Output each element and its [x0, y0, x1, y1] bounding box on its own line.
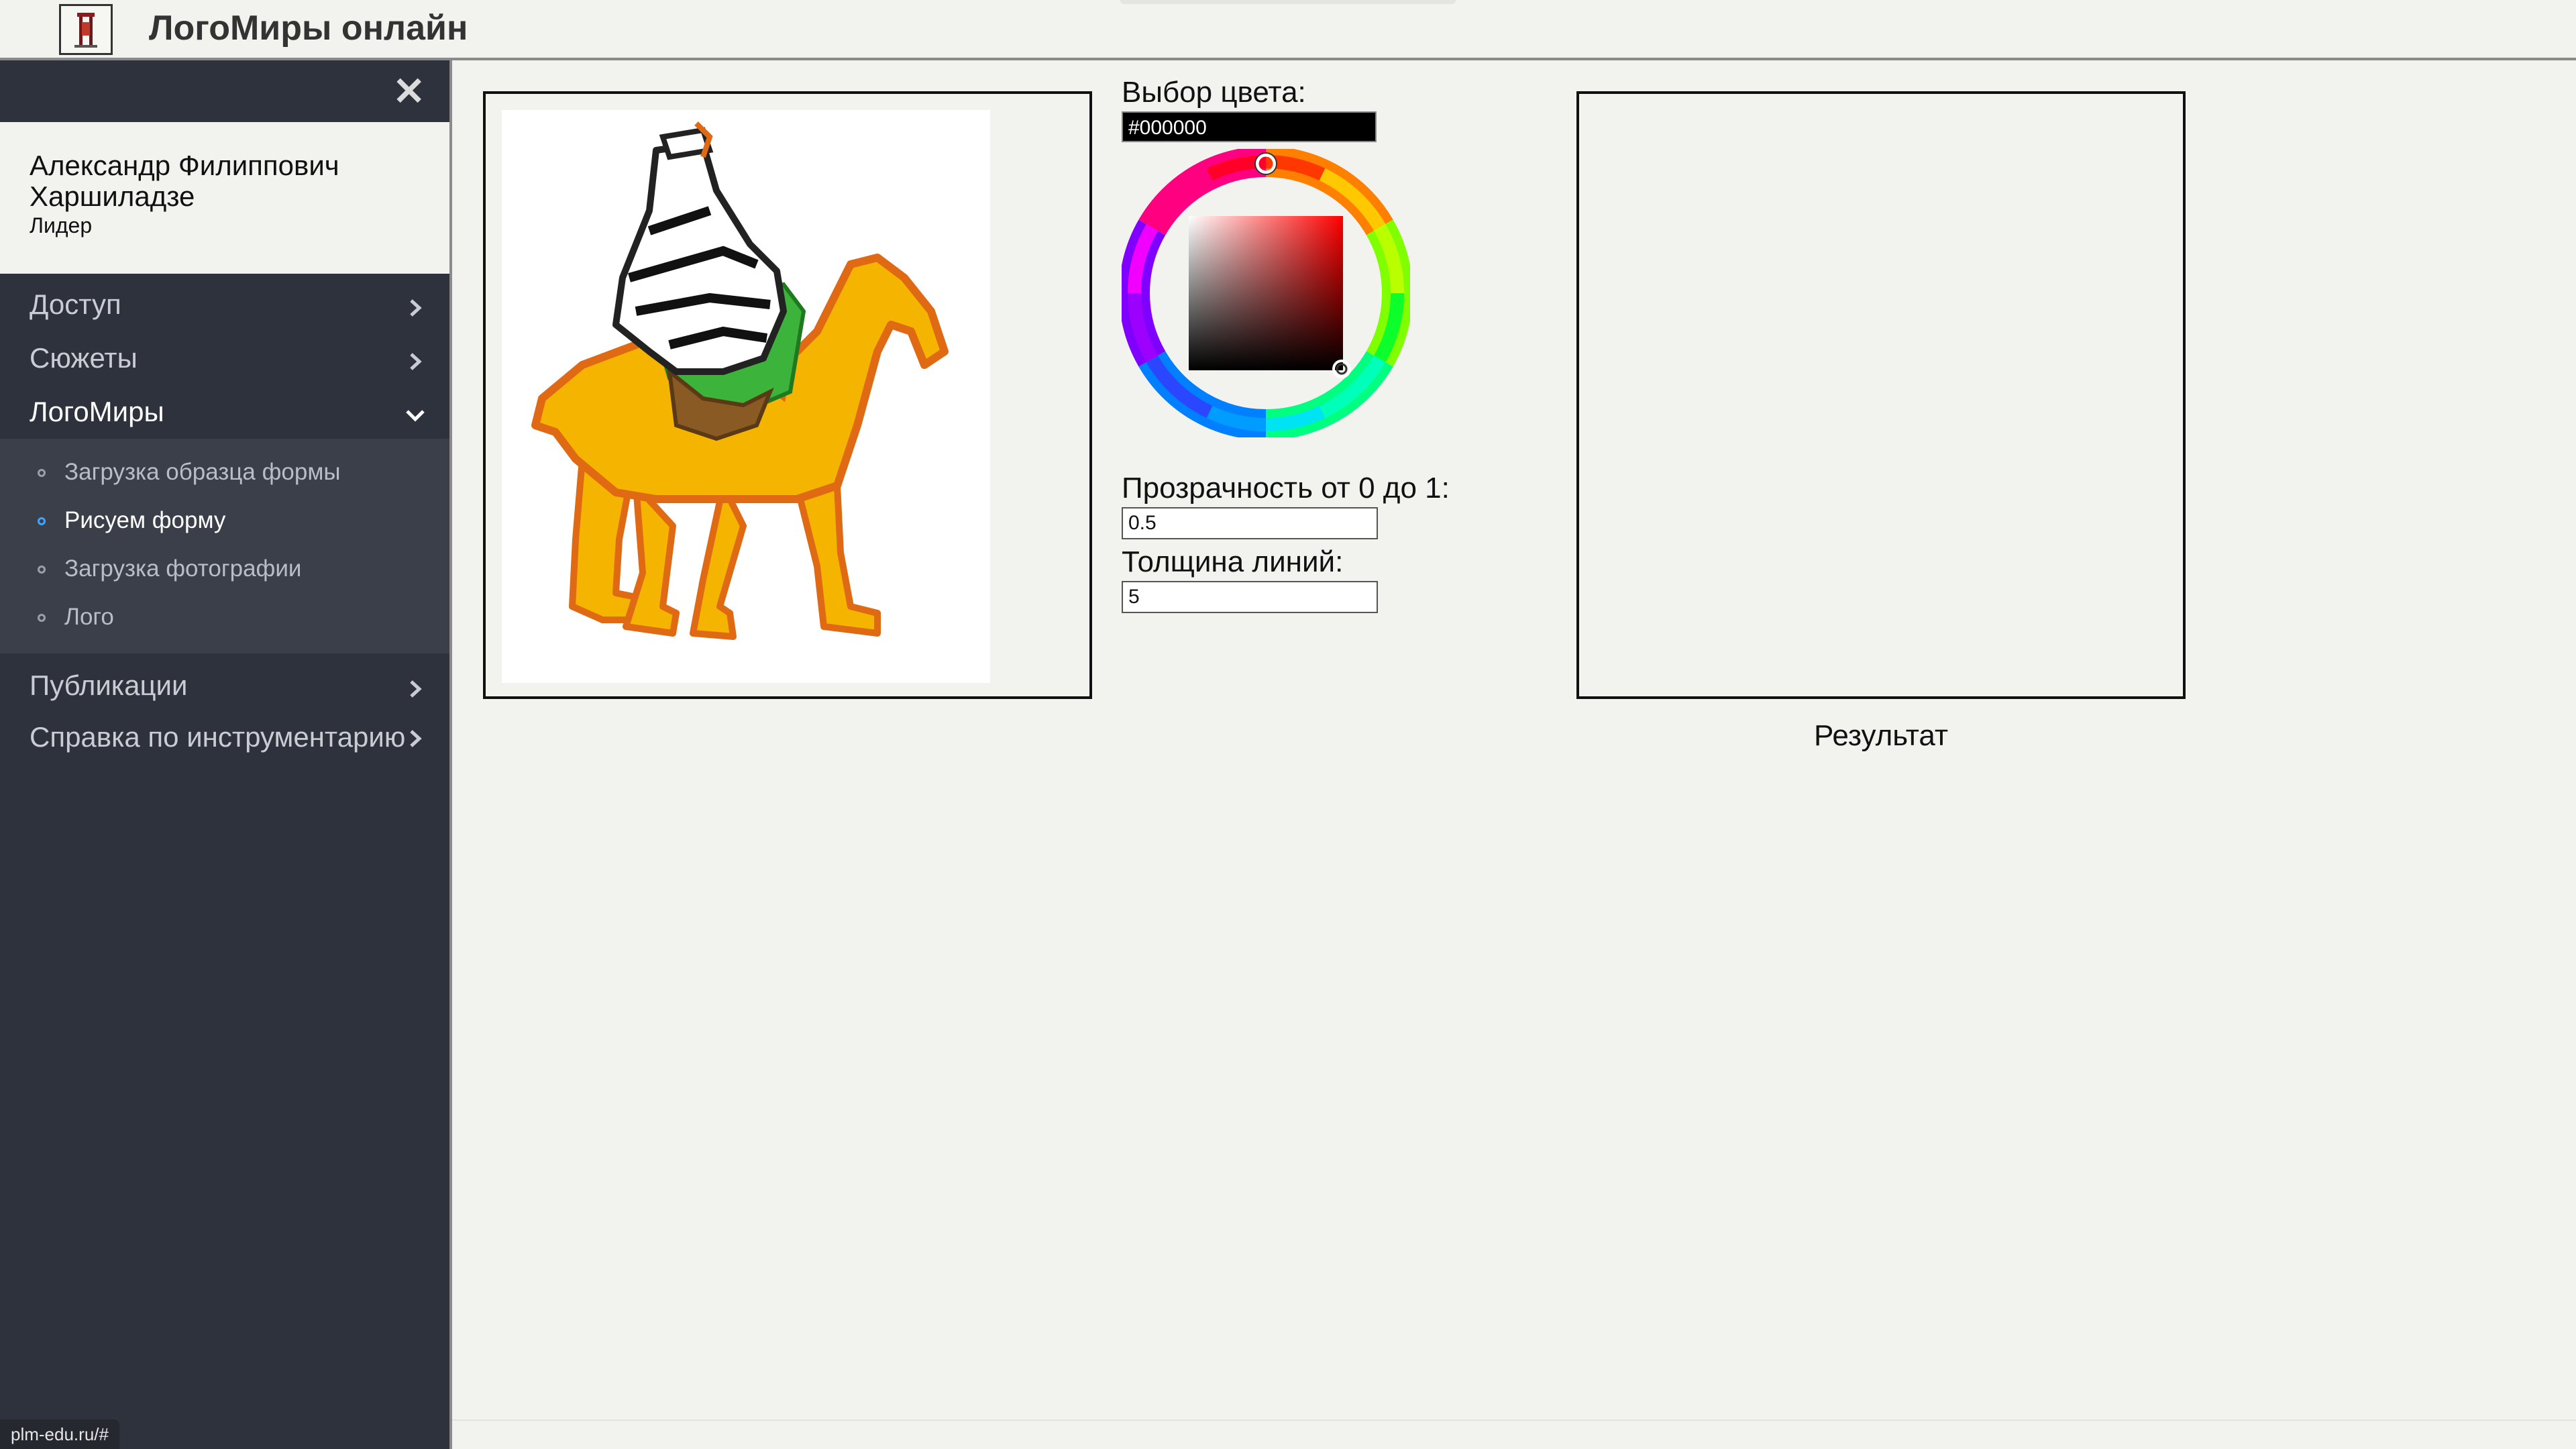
source-image-frame — [483, 91, 1092, 699]
chevron-right-icon — [410, 353, 422, 370]
drawing-controls: Выбор цвета: #000000 Прозрачность от 0 д… — [1119, 74, 1591, 613]
sidebar-item-publications[interactable]: Публикации — [0, 659, 449, 712]
sidebar-close-row: ✕ — [0, 60, 449, 122]
sidebar-item-label: Сюжеты — [30, 342, 138, 374]
app-title: ЛогоМиры онлайн — [149, 9, 468, 48]
user-role: Лидер — [30, 213, 93, 237]
submenu-item-label: Лого — [64, 604, 114, 630]
sidebar-item-logomiry[interactable]: ЛогоМиры — [0, 385, 449, 439]
sidebar-item-help[interactable]: Справка по инструментарию — [0, 712, 449, 800]
sidebar-item-label: Публикации — [30, 669, 188, 701]
submenu-item-logo[interactable]: Лого — [0, 593, 449, 641]
user-card: Александр Филиппович Харшиладзе Лидер — [0, 122, 449, 274]
camel-rider-image — [531, 121, 949, 640]
color-label: Выбор цвета: — [1122, 76, 1306, 109]
color-hex-input[interactable]: #000000 — [1122, 111, 1377, 142]
submenu-item-draw-form[interactable]: Рисуем форму — [0, 496, 449, 545]
sidebar-item-plots[interactable]: Сюжеты — [0, 331, 449, 385]
top-header: ЛогоМиры онлайн — [0, 0, 2576, 60]
submenu-item-upload-form[interactable]: Загрузка образца формы — [0, 448, 449, 496]
chevron-right-icon — [410, 730, 422, 747]
close-icon[interactable]: ✕ — [392, 72, 425, 111]
bullet-icon — [38, 469, 46, 477]
bullet-icon — [38, 517, 46, 525]
opacity-input[interactable] — [1122, 507, 1378, 539]
chevron-down-icon — [406, 410, 425, 422]
sidebar-item-label: ЛогоМиры — [30, 396, 164, 427]
submenu-item-upload-photo[interactable]: Загрузка фотографии — [0, 545, 449, 593]
sidebar: ✕ Александр Филиппович Харшиладзе Лидер … — [0, 60, 452, 1449]
chevron-right-icon — [410, 299, 422, 317]
status-url: plm-edu.ru/# — [0, 1419, 119, 1449]
logo-icon[interactable] — [59, 4, 113, 55]
top-notch — [1120, 0, 1456, 4]
chevron-right-icon — [410, 680, 422, 698]
color-wheel-graphic — [1119, 146, 1413, 440]
logomiry-submenu: Загрузка образца формы Рисуем форму Загр… — [0, 439, 449, 653]
opacity-label: Прозрачность от 0 до 1: — [1122, 472, 1450, 504]
bullet-icon — [38, 566, 46, 574]
result-canvas[interactable] — [1576, 91, 2186, 699]
submenu-item-label: Загрузка фотографии — [64, 555, 302, 582]
bullet-icon — [38, 614, 46, 622]
sidebar-item-label: Доступ — [30, 288, 121, 320]
line-width-input[interactable] — [1122, 581, 1378, 613]
color-wheel[interactable] — [1119, 146, 1413, 440]
sidebar-item-label: Справка по инструментарию — [30, 721, 406, 753]
bottom-divider — [452, 1419, 2576, 1421]
result-label: Результат — [1813, 719, 1949, 752]
sidebar-item-access[interactable]: Доступ — [0, 278, 449, 331]
source-canvas[interactable] — [502, 110, 990, 683]
submenu-item-label: Рисуем форму — [64, 507, 226, 533]
submenu-item-label: Загрузка образца формы — [64, 459, 341, 485]
line-width-label: Толщина линий: — [1122, 545, 1344, 578]
user-name: Александр Филиппович Харшиладзе — [30, 150, 339, 212]
